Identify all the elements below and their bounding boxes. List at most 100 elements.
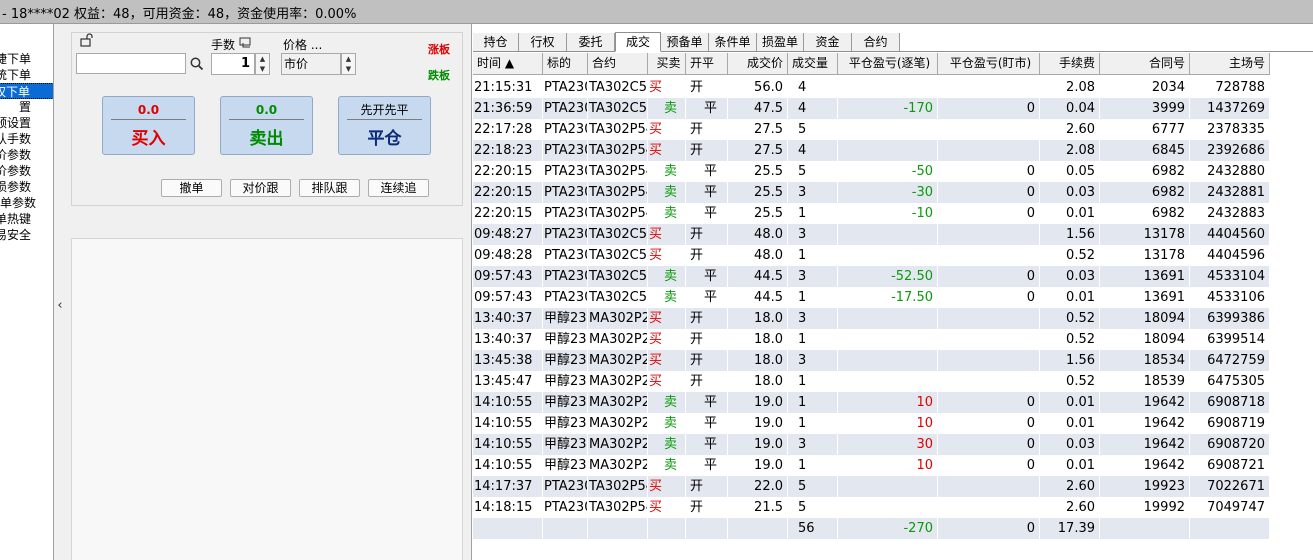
settings-nav-item[interactable]: 价参数 xyxy=(0,163,53,179)
table-row[interactable]: 14:10:55甲醇2302MA302P2500卖平19.033000.0319… xyxy=(473,434,1270,455)
stepper-down-icon[interactable]: ▼ xyxy=(256,64,269,74)
stepper-up-icon[interactable]: ▲ xyxy=(342,54,355,64)
table-cell: 开 xyxy=(686,350,728,371)
table-cell: 22.0 xyxy=(728,476,788,497)
table-row[interactable]: 22:20:15PTA2302TA302P5400卖平25.55-5000.05… xyxy=(473,161,1270,182)
table-cell: 买 xyxy=(648,371,686,392)
settings-nav[interactable]: 捷下单统下单权下单置预设置认手数价参数价参数损参数件单参数单热键易安全 xyxy=(0,24,54,560)
column-header[interactable]: 时间 ▲ xyxy=(473,53,543,75)
table-cell: TA302P5400 xyxy=(588,161,648,182)
tab-2[interactable]: 委托 xyxy=(567,33,615,52)
settings-nav-item[interactable]: 权下单 xyxy=(0,83,53,99)
settings-nav-item[interactable]: 统下单 xyxy=(0,67,53,83)
settings-nav-item[interactable]: 认手数 xyxy=(0,131,53,147)
settings-nav-item[interactable]: 件单参数 xyxy=(0,195,53,211)
table-row[interactable]: 14:18:15PTA2302TA302P5400买开21.55 2.601999… xyxy=(473,497,1270,518)
table-cell: 甲醇2302 xyxy=(543,308,588,329)
settings-nav-item[interactable]: 预设置 xyxy=(0,115,53,131)
column-header[interactable]: 合同号 xyxy=(1100,53,1190,75)
column-header[interactable]: 开平 xyxy=(686,53,728,75)
column-header[interactable]: 主场号 xyxy=(1190,53,1270,75)
table-row[interactable]: 22:17:28PTA2302TA302P5400买开27.55 2.606777… xyxy=(473,119,1270,140)
column-header[interactable]: 平仓盈亏(盯市) xyxy=(938,53,1040,75)
table-row[interactable]: 14:10:55甲醇2302MA302P2500卖平19.011000.0119… xyxy=(473,413,1270,434)
table-row[interactable]: 09:48:27PTA2302TA302C5500买开48.03 1.561317… xyxy=(473,224,1270,245)
table-cell: 平 xyxy=(686,182,728,203)
table-row[interactable]: 22:20:15PTA2302TA302P5400卖平25.53-3000.03… xyxy=(473,182,1270,203)
settings-nav-item[interactable]: 损参数 xyxy=(0,179,53,195)
collapse-panel-arrow-icon[interactable]: ‹ xyxy=(54,296,66,316)
sell-button[interactable]: 0.0 卖出 xyxy=(220,96,313,155)
settings-nav-item[interactable]: 价参数 xyxy=(0,147,53,163)
limit-down-button[interactable]: 跌板 xyxy=(428,67,450,83)
limit-up-button[interactable]: 涨板 xyxy=(428,41,450,57)
buy-button[interactable]: 0.0 买入 xyxy=(102,96,195,155)
continuous-chase-button[interactable]: 连续追 xyxy=(368,179,429,197)
search-icon[interactable] xyxy=(189,56,205,72)
table-cell: 25.5 xyxy=(728,203,788,224)
table-row[interactable]: 21:36:59PTA2302TA302C5500卖平47.54-17000.0… xyxy=(473,98,1270,119)
table-row[interactable]: 14:10:55甲醇2302MA302P2500卖平19.011000.0119… xyxy=(473,455,1270,476)
stepper-up-icon[interactable]: ▲ xyxy=(256,54,269,64)
chase-opposite-button[interactable]: 对价跟 xyxy=(230,179,291,197)
column-header[interactable]: 买卖 xyxy=(648,53,686,75)
table-cell: TA302C5500 xyxy=(588,77,648,98)
table-row[interactable]: 14:10:55甲醇2302MA302P2500卖平19.011000.0119… xyxy=(473,392,1270,413)
table-row[interactable]: 09:48:28PTA2302TA302C5500买开48.01 0.521317… xyxy=(473,245,1270,266)
table-cell: 22:20:15 xyxy=(473,161,543,182)
tab-3[interactable]: 成交 xyxy=(615,32,661,52)
close-position-button[interactable]: 先开先平 平仓 xyxy=(338,96,431,155)
table-cell xyxy=(838,329,938,350)
table-row[interactable]: 13:40:37甲醇2302MA302P2500买开18.03 0.5218094… xyxy=(473,308,1270,329)
table-cell: 0 xyxy=(938,203,1040,224)
table-row[interactable]: 09:57:43PTA2302TA302C5500卖平44.53-52.5000… xyxy=(473,266,1270,287)
table-row[interactable]: 13:40:37甲醇2302MA302P2500买开18.01 0.5218094… xyxy=(473,329,1270,350)
table-row[interactable]: 21:15:31PTA2302TA302C5500买开56.04 2.082034… xyxy=(473,77,1270,98)
reset-lots-icon[interactable] xyxy=(239,37,253,49)
table-row[interactable]: 13:45:47甲醇2302MA302P2500买开18.01 0.5218539… xyxy=(473,371,1270,392)
column-header[interactable]: 标的 xyxy=(543,53,588,75)
column-header[interactable]: 平仓盈亏(逐笔) xyxy=(838,53,938,75)
table-cell: 13691 xyxy=(1100,287,1190,308)
tab-7[interactable]: 资金 xyxy=(804,33,852,52)
table-row[interactable]: 22:20:15PTA2302TA302P5400卖平25.51-1000.01… xyxy=(473,203,1270,224)
tab-6[interactable]: 损盈单 xyxy=(757,33,804,52)
settings-nav-item[interactable]: 置 xyxy=(0,99,53,115)
settings-nav-item[interactable]: 单热键 xyxy=(0,211,53,227)
table-cell: 19.0 xyxy=(728,392,788,413)
column-header[interactable]: 手续费 xyxy=(1040,53,1100,75)
tab-1[interactable]: 行权 xyxy=(519,33,567,52)
table-cell: 0 xyxy=(938,161,1040,182)
table-row[interactable]: 14:17:37PTA2302TA302P5400买开22.05 2.601992… xyxy=(473,476,1270,497)
lots-stepper[interactable]: ▲ ▼ xyxy=(255,53,270,75)
tab-0[interactable]: 持仓 xyxy=(473,33,519,52)
table-row[interactable]: 09:57:43PTA2302TA302C5500卖平44.51-17.5000… xyxy=(473,287,1270,308)
settings-nav-item[interactable]: 捷下单 xyxy=(0,51,53,67)
cancel-order-button[interactable]: 撤单 xyxy=(161,179,222,197)
table-row[interactable]: 13:45:38甲醇2302MA302P2500买开18.03 1.5618534… xyxy=(473,350,1270,371)
column-header[interactable]: 成交量 xyxy=(788,53,838,75)
column-header[interactable]: 成交价 xyxy=(728,53,788,75)
price-input[interactable]: 市价 xyxy=(281,53,341,75)
table-cell: 买 xyxy=(648,308,686,329)
table-cell: PTA2302 xyxy=(543,224,588,245)
price-stepper[interactable]: ▲ ▼ xyxy=(341,53,356,75)
lots-input[interactable]: 1 xyxy=(211,53,255,75)
table-cell: 14:10:55 xyxy=(473,455,543,476)
stepper-down-icon[interactable]: ▼ xyxy=(342,64,355,74)
chase-queue-button[interactable]: 排队跟 xyxy=(299,179,360,197)
tab-5[interactable]: 条件单 xyxy=(709,33,757,52)
tab-4[interactable]: 预备单 xyxy=(661,33,709,52)
table-cell: 21:15:31 xyxy=(473,77,543,98)
table-cell: 1 xyxy=(788,287,838,308)
table-cell: PTA2302 xyxy=(543,119,588,140)
unlock-icon[interactable] xyxy=(79,33,95,47)
contract-input[interactable] xyxy=(76,53,186,74)
table-row[interactable]: 22:18:23PTA2302TA302P5400买开27.54 2.086845… xyxy=(473,140,1270,161)
column-header[interactable]: 合约 xyxy=(588,53,648,75)
table-cell: 6472759 xyxy=(1190,350,1270,371)
table-cell: 开 xyxy=(686,329,728,350)
summary-row[interactable]: 56 -270 0 17.39 xyxy=(473,518,1270,539)
settings-nav-item[interactable]: 易安全 xyxy=(0,227,53,243)
tab-8[interactable]: 合约 xyxy=(852,33,900,52)
